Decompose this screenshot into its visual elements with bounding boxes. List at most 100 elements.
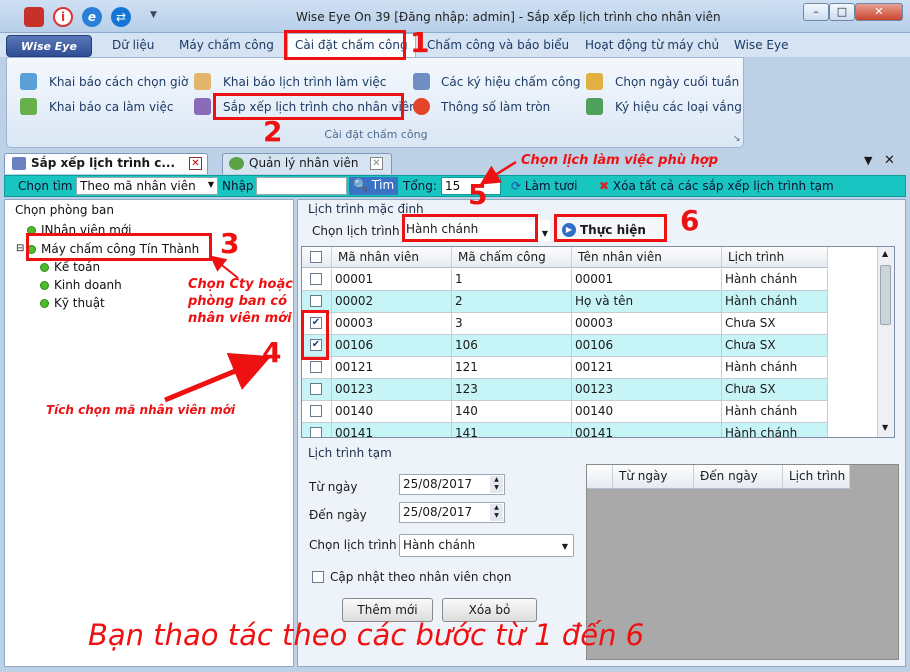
info-icon[interactable]: i: [53, 7, 73, 27]
tree-item-sales[interactable]: Kinh doanh: [40, 278, 122, 292]
ribbon-group-label: Cài đặt chấm công: [324, 128, 428, 141]
menu-attendance-settings[interactable]: Cài đặt chấm công: [287, 33, 416, 57]
ribbon-absence-types[interactable]: Ký hiệu các loại vắng: [615, 100, 742, 114]
ribbon-schedule-declare[interactable]: Khai báo lịch trình làm việc: [223, 75, 386, 89]
spinner-icon[interactable]: ▲ ▼: [490, 504, 503, 521]
menu-data[interactable]: Dữ liệu: [112, 38, 154, 52]
row-checkbox[interactable]: [310, 273, 322, 285]
search-mode-select[interactable]: Theo mã nhân viên ▼: [76, 177, 218, 195]
cell-name: 00003: [572, 313, 722, 335]
default-schedule-select[interactable]: Hành chánh ▼: [403, 220, 550, 241]
column-header-to[interactable]: Đến ngày: [694, 465, 783, 489]
close-button[interactable]: ✕: [855, 3, 903, 21]
execute-button[interactable]: ▶ Thực hiện: [558, 220, 666, 242]
tab-schedule-assign[interactable]: Sắp xếp lịch trình c... ✕: [4, 153, 208, 174]
tab-employees[interactable]: Quản lý nhân viên ✕: [222, 153, 392, 174]
spinner-icon[interactable]: ▲ ▼: [490, 476, 503, 493]
ribbon-weekend[interactable]: Chọn ngày cuối tuần: [615, 75, 739, 89]
quick-access-dropdown-icon[interactable]: ▼: [150, 10, 157, 20]
clear-temp-schedules-button[interactable]: ✖ Xóa tất cả các sắp xếp lịch trình tạm: [599, 179, 834, 193]
menu-devices[interactable]: Máy chấm công: [179, 38, 274, 52]
to-date-input[interactable]: 25/08/2017 ▲ ▼: [399, 502, 505, 523]
play-icon: ▶: [562, 223, 576, 237]
exit-icon[interactable]: [24, 7, 44, 27]
scroll-thumb[interactable]: [880, 265, 891, 325]
window-title: Wise Eye On 39 [Đăng nhập: admin] - Sắp …: [296, 10, 721, 24]
ribbon-time-select[interactable]: Khai báo cách chọn giờ: [49, 75, 188, 89]
tree-item-accounting[interactable]: Kế toán: [40, 260, 100, 274]
column-header-schedule[interactable]: Lịch trình: [722, 247, 828, 268]
table-row[interactable]: 00140 140 00140 Hành chánh: [302, 401, 828, 423]
row-checkbox[interactable]: [310, 361, 322, 373]
search-input[interactable]: [256, 177, 347, 195]
note-tick: Tích chọn mã nhân viên mới: [46, 403, 236, 417]
table-row[interactable]: 00001 1 00001 Hành chánh: [302, 269, 828, 291]
step-number: 4: [262, 336, 282, 369]
tree-label: Kế toán: [54, 260, 101, 274]
tree-item-technical[interactable]: Kỹ thuật: [40, 296, 105, 310]
menu-bar: Wise Eye Dữ liệu Máy chấm công Cài đặt c…: [0, 33, 910, 57]
update-selected-checkbox[interactable]: Cập nhật theo nhân viên chọn: [312, 570, 511, 584]
select-all-checkbox[interactable]: [310, 251, 322, 263]
refresh-button[interactable]: ⟳ Làm tươi: [511, 179, 577, 193]
cell-schedule: Hành chánh: [722, 357, 828, 379]
row-checkbox[interactable]: [310, 383, 322, 395]
tree-label: INhân viên mới: [41, 223, 132, 237]
ribbon-attendance-symbols[interactable]: Các ký hiệu chấm công: [441, 75, 581, 89]
maximize-button[interactable]: □: [829, 3, 855, 21]
column-header-name[interactable]: Tên nhân viên: [572, 247, 722, 268]
scroll-up-icon[interactable]: ▲: [882, 249, 888, 258]
row-checkbox[interactable]: ✔: [310, 339, 322, 351]
find-button[interactable]: 🔍 Tìm: [349, 177, 399, 195]
grid-scrollbar[interactable]: ▲ ▼: [877, 247, 894, 437]
minimize-button[interactable]: –: [803, 3, 829, 21]
checkbox-box[interactable]: [312, 571, 324, 583]
menu-server-activity[interactable]: Hoạt động từ máy chủ: [585, 38, 719, 52]
execute-label: Thực hiện: [580, 223, 646, 237]
table-row[interactable]: ✔ 00106 106 00106 Chưa SX: [302, 335, 828, 357]
note-dept-line2: phòng ban có: [188, 294, 288, 309]
from-date-input[interactable]: 25/08/2017 ▲ ▼: [399, 474, 505, 495]
column-header-from[interactable]: Từ ngày: [613, 465, 694, 489]
close-tab-icon[interactable]: ✕: [370, 157, 383, 170]
teamviewer-icon[interactable]: ⇄: [111, 7, 131, 27]
total-label: Tổng:: [403, 179, 437, 193]
scroll-down-icon[interactable]: ▼: [882, 423, 888, 432]
employee-grid: Mã nhân viên Mã chấm công Tên nhân viên …: [301, 246, 895, 438]
browser-icon[interactable]: e: [82, 7, 102, 27]
app-logo[interactable]: Wise Eye: [6, 35, 92, 57]
ribbon-shift-declare[interactable]: Khai báo ca làm việc: [49, 100, 173, 114]
table-row[interactable]: 00002 2 Họ và tên Hành chánh: [302, 291, 828, 313]
menu-wise-eye[interactable]: Wise Eye: [734, 38, 788, 52]
column-header-temp-schedule[interactable]: Lịch trình: [783, 465, 850, 489]
cell-name: 00001: [572, 269, 722, 291]
row-checkbox[interactable]: [310, 405, 322, 417]
cell-name: 00121: [572, 357, 722, 379]
tree-item-new-employees[interactable]: INhân viên mới: [27, 223, 132, 237]
table-row[interactable]: 00121 121 00121 Hành chánh: [302, 357, 828, 379]
cell-schedule: Hành chánh: [722, 401, 828, 423]
close-tab-icon[interactable]: ✕: [189, 157, 202, 170]
ribbon-schedule-assign[interactable]: Sắp xếp lịch trình cho nhân viên: [223, 100, 417, 114]
table-row[interactable]: ✔ 00003 3 00003 Chưa SX: [302, 313, 828, 335]
column-header-code[interactable]: Mã chấm công: [452, 247, 572, 268]
row-checkbox[interactable]: [310, 295, 322, 307]
column-header-emp[interactable]: Mã nhân viên: [332, 247, 452, 268]
close-all-icon[interactable]: ✕: [884, 153, 895, 168]
row-checkbox[interactable]: [310, 427, 322, 437]
row-checkbox[interactable]: ✔: [310, 317, 322, 329]
cell-code: 1: [452, 269, 572, 291]
temp-schedule-select[interactable]: Hành chánh ▼: [399, 534, 574, 557]
table-row[interactable]: 00141 141 00141 Hành chánh: [302, 423, 828, 437]
cell-name: Họ và tên: [572, 291, 722, 313]
cell-schedule: Chưa SX: [722, 313, 828, 335]
menu-reports[interactable]: Chấm công và báo biểu: [427, 38, 569, 52]
tab-list-icon[interactable]: ▼: [864, 154, 872, 167]
table-row[interactable]: 00123 123 00123 Chưa SX: [302, 379, 828, 401]
tab-label: Sắp xếp lịch trình c...: [31, 156, 176, 170]
tree-collapse-icon[interactable]: ⊟: [16, 243, 24, 254]
ribbon-rounding[interactable]: Thông số làm tròn: [441, 100, 550, 114]
ribbon-expand-icon[interactable]: ↘: [733, 134, 741, 144]
absence-icon: [586, 98, 603, 115]
tree-item-company[interactable]: Máy chấm công Tín Thành: [27, 242, 199, 256]
